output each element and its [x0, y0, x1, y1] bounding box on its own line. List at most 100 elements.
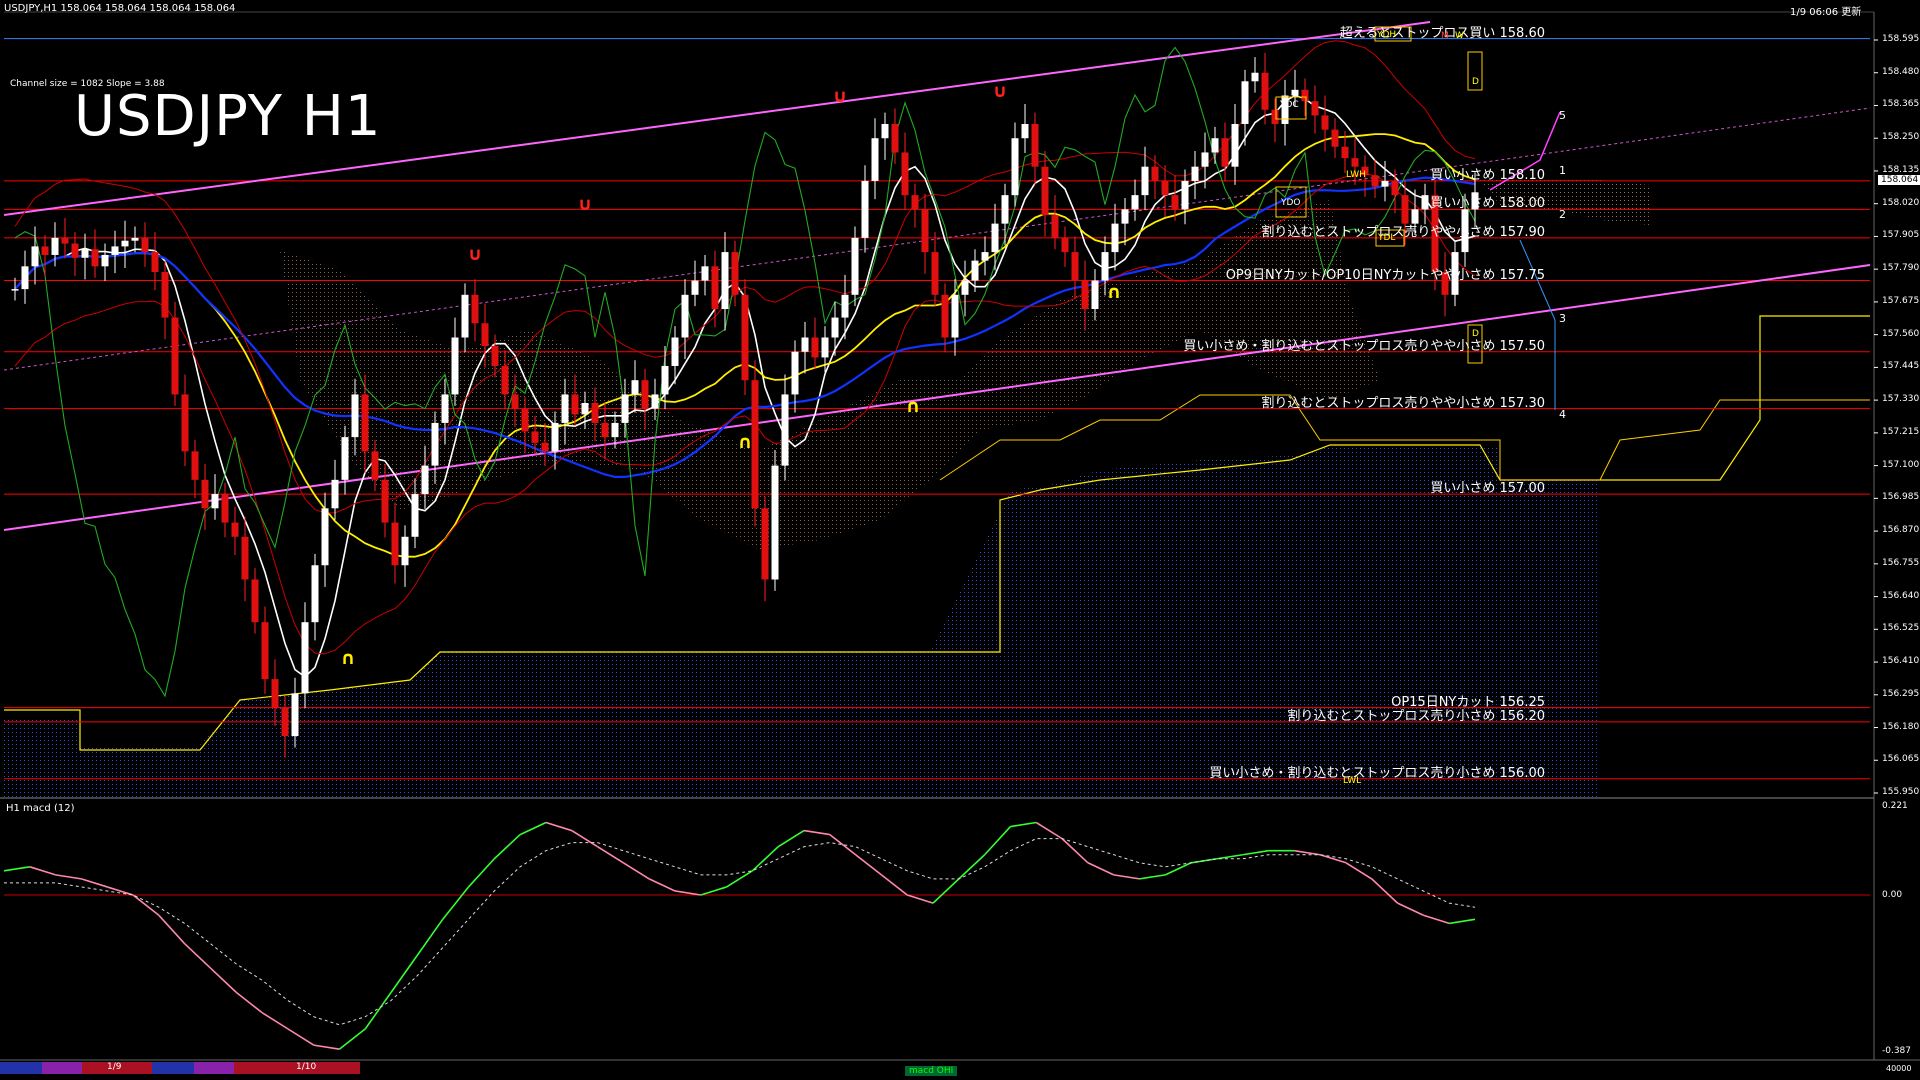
candle-body: [21, 266, 29, 290]
candle-body: [281, 707, 289, 737]
candle-body: [1371, 175, 1379, 187]
candle-body: [1081, 280, 1089, 310]
candle-body: [731, 252, 739, 295]
candle-body: [1421, 195, 1429, 210]
price-tick-label: 156.410: [1882, 656, 1920, 667]
candle-body: [51, 237, 59, 255]
candle-body: [161, 272, 169, 318]
price-tick-label: 157.560: [1882, 328, 1920, 339]
candle-body: [1151, 166, 1159, 181]
candle-body: [781, 394, 789, 466]
candle-body: [881, 123, 889, 139]
candle-body: [1291, 89, 1299, 96]
candle-body: [1331, 129, 1339, 147]
candle-body: [641, 380, 649, 409]
candle-body: [371, 451, 379, 480]
candle-body: [471, 294, 479, 324]
current-price-box: 158.064: [1878, 175, 1920, 185]
fractal-up-marker: ∪: [993, 81, 1008, 102]
candle-body: [431, 422, 439, 466]
candle-body: [511, 394, 519, 409]
candle-body: [301, 622, 309, 694]
candle-body: [1181, 180, 1189, 210]
candle-body: [291, 693, 299, 737]
level-label: 買い小さめ 157.00: [1430, 481, 1545, 497]
candle-body: [321, 508, 329, 566]
candle-body: [1391, 180, 1399, 196]
tag-lwl: LWL: [1343, 776, 1362, 786]
candle-body: [1251, 72, 1259, 82]
candle-body: [811, 337, 819, 358]
level-label: OP9日NYカット/OP10日NYカットやや小さめ 157.75: [1225, 267, 1545, 283]
candle-body: [451, 337, 459, 395]
level-label: 割り込むとストップロス売り小さめ 156.20: [1287, 708, 1545, 724]
price-tick-label: 156.065: [1882, 754, 1920, 765]
price-tick-label: 156.870: [1882, 525, 1920, 536]
macd-axis-bottom: -0.387: [1882, 1046, 1912, 1056]
candle-body: [331, 479, 339, 509]
candle-body: [501, 365, 509, 395]
tag-d-upper: D: [1472, 77, 1479, 87]
candle-body: [541, 442, 549, 452]
candle-body: [1131, 195, 1139, 210]
fractal-down-marker: ∩: [341, 648, 356, 669]
candle-body: [251, 579, 259, 623]
candle-body: [901, 152, 909, 196]
symbol-info: USDJPY,H1 158.064 158.064 158.064 158.06…: [4, 3, 236, 14]
candle-body: [211, 494, 219, 509]
usdjpy-h1-chart[interactable]: ∪ ∪ ∪ ∪ ∩ ∩ ∩ ∩: [0, 0, 1920, 1080]
candle-body: [651, 394, 659, 409]
candle-body: [91, 249, 99, 267]
candle-body: [1121, 209, 1129, 224]
price-tick-label: 158.250: [1882, 132, 1920, 143]
tag-lwh: LWH: [1346, 170, 1366, 180]
candle-body: [921, 209, 929, 253]
candle-body: [1351, 158, 1359, 167]
candle-body: [1221, 138, 1229, 167]
candle-body: [1311, 101, 1319, 116]
candle-body: [1031, 123, 1039, 167]
candle-body: [1141, 166, 1149, 196]
level-label: 買い小さめ 158.10: [1430, 167, 1545, 183]
candle-body: [1201, 152, 1209, 167]
date-label-1-10: 1/10: [296, 1062, 317, 1072]
candle-body: [581, 402, 589, 415]
macd-title: H1 macd (12): [6, 803, 75, 814]
candle-body: [1061, 237, 1069, 253]
candle-body: [11, 289, 19, 291]
wave-label-5: 5: [1559, 109, 1566, 122]
candle-body: [711, 266, 719, 310]
candle-body: [951, 294, 959, 338]
candle-body: [1261, 72, 1269, 110]
price-tick-label: 158.480: [1882, 66, 1920, 77]
candle-body: [141, 237, 149, 253]
candle-body: [1191, 166, 1199, 181]
level-label: 買い小さめ・割り込むとストップロス売り小さめ 156.00: [1209, 765, 1545, 781]
fractal-up-marker: ∪: [578, 194, 593, 215]
candle-body: [221, 494, 229, 523]
price-tick-label: 158.365: [1882, 99, 1920, 110]
candle-body: [931, 252, 939, 295]
price-tick-label: 155.950: [1882, 787, 1920, 797]
candle-body: [591, 402, 599, 423]
wave-label-4: 4: [1559, 408, 1566, 421]
candle-body: [721, 252, 729, 310]
candle-body: [101, 254, 109, 267]
level-label: 割り込むとストップロス売りやや小さめ 157.30: [1261, 395, 1545, 411]
candle-body: [481, 323, 489, 347]
price-tick-label: 158.020: [1882, 197, 1920, 208]
candle-body: [741, 294, 749, 381]
candle-body: [1401, 195, 1409, 224]
candle-body: [771, 465, 779, 580]
wave-label-2: 2: [1559, 208, 1566, 221]
candle-body: [411, 494, 419, 537]
candle-body: [1341, 146, 1349, 159]
candle-body: [1111, 223, 1119, 253]
candle-body: [891, 123, 899, 153]
candle-body: [1381, 180, 1389, 187]
candle-body: [1211, 138, 1219, 153]
price-tick-label: 156.180: [1882, 721, 1920, 732]
candle-body: [851, 237, 859, 295]
candle-body: [341, 437, 349, 480]
candle-body: [761, 508, 769, 580]
